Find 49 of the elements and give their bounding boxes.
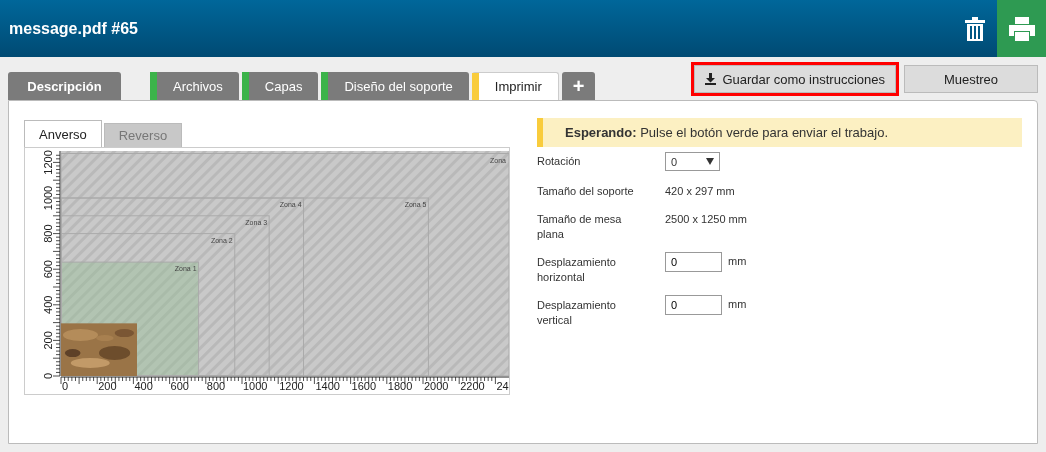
axis-tick-label: 2000 (424, 380, 449, 392)
print-button[interactable] (997, 0, 1046, 57)
caret-icon (706, 158, 714, 165)
status-message: Esperando: Pulse el botón verde para enviar el trabajo. (537, 118, 1022, 147)
field-label: Rotación (537, 154, 582, 169)
field-label: Tamaño de mesa plana (537, 212, 623, 242)
field-value: 420 x 297 mm (665, 184, 735, 199)
axis-tick-label: 24 (496, 380, 509, 392)
axis-tick-label: 1200 (42, 150, 54, 175)
axis-tick-label: 600 (170, 380, 189, 392)
axis-tick-label: 400 (42, 295, 54, 314)
axis-tick-label: 800 (206, 380, 226, 392)
unit-label: mm (728, 298, 747, 310)
tab[interactable]: Archivos (150, 72, 239, 100)
save-instructions-button[interactable]: Guardar como instrucciones (694, 65, 896, 93)
axis-tick-label: 1600 (351, 380, 377, 392)
axis-tick-label: 600 (42, 260, 54, 279)
unit-label: mm (728, 255, 747, 267)
axis-tick-label: 1000 (42, 185, 54, 211)
axis-tick-label: 200 (42, 331, 54, 350)
axis-tick-label: 2200 (460, 380, 485, 392)
field-label: Tamaño del soporte (537, 184, 635, 199)
rotation-dropdown[interactable]: 0 (665, 152, 720, 171)
download-icon (705, 73, 717, 85)
delete-button[interactable] (965, 16, 985, 41)
input-field[interactable]: 0 (665, 295, 722, 315)
axis-tick-label: 1000 (243, 380, 268, 392)
axis-tick-label: 400 (134, 380, 153, 392)
axis-tick-label: 0 (42, 372, 54, 380)
tab[interactable]: Diseño del soporte (321, 72, 469, 100)
printer-icon (1008, 16, 1035, 41)
tab[interactable]: Capas (241, 72, 319, 100)
field-label: Desplazamiento vertical (537, 298, 617, 328)
sample-button[interactable]: Muestreo (904, 65, 1038, 93)
axis-tick-label: 1800 (387, 380, 413, 392)
tab[interactable]: + (561, 72, 596, 100)
axis-tick-label: 1200 (279, 380, 304, 392)
tab[interactable]: Descripción (8, 72, 121, 100)
window-title: message.pdf #65 (9, 19, 138, 38)
axis-tick-label: 200 (98, 380, 117, 392)
field-label: Desplazamiento horizontal (537, 255, 617, 285)
field-value: 2500 x 1250 mm (665, 212, 747, 227)
tab[interactable]: Anverso (24, 120, 102, 147)
axis-tick-label: 0 (62, 380, 69, 392)
tab[interactable]: Imprimir (471, 72, 559, 100)
axis-tick-label: 800 (42, 224, 54, 243)
trash-icon (965, 16, 985, 41)
input-field[interactable]: 0 (665, 252, 722, 272)
axis-tick-label: 1400 (315, 380, 340, 392)
